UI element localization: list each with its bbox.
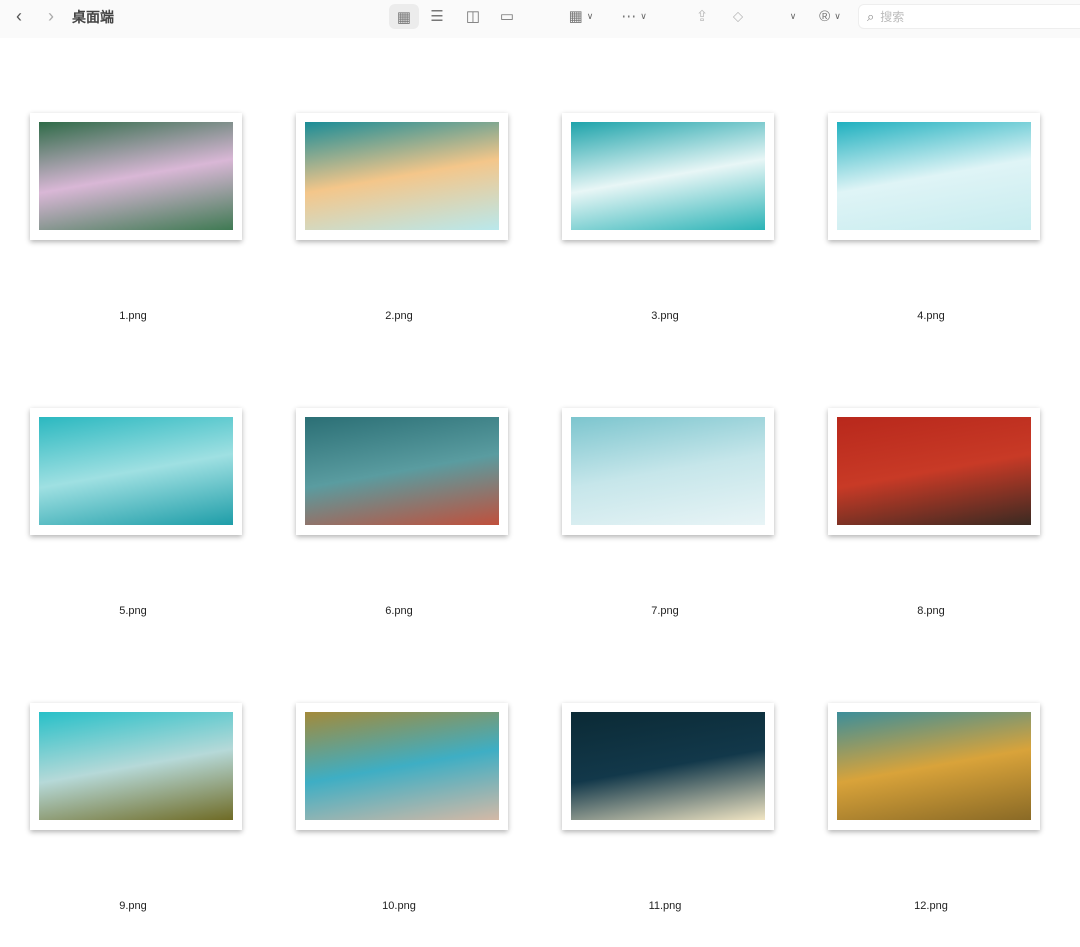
- file-name[interactable]: 7.png: [532, 605, 798, 617]
- search-placeholder: 搜索: [880, 10, 905, 24]
- thumbnail-frame[interactable]: [828, 703, 1040, 830]
- image-thumbnail: [39, 122, 233, 230]
- image-thumbnail: [305, 122, 499, 230]
- search-input[interactable]: ⌕ 搜索: [858, 4, 1080, 29]
- image-thumbnail: [571, 417, 765, 525]
- group-grid-icon: ▦: [568, 8, 583, 25]
- chevron-down-icon: ∨: [789, 10, 797, 21]
- thumbnail-frame[interactable]: [562, 408, 774, 535]
- finder-toolbar: ‹ › 桌面端 ▦ ☰ ◫ ▭ ▦ ∨ ⋯ ∨ ⇪ ⬦ ∨ ® ∨ ⌕ 搜索: [0, 0, 1080, 38]
- thumbnail-frame[interactable]: [296, 408, 508, 535]
- image-thumbnail: [837, 417, 1031, 525]
- action-button[interactable]: ⋯ ∨: [616, 0, 652, 32]
- thumbnail-frame[interactable]: [828, 113, 1040, 240]
- file-name[interactable]: 2.png: [266, 310, 532, 322]
- image-thumbnail: [305, 712, 499, 820]
- thumbnail-frame[interactable]: [828, 408, 1040, 535]
- gallery-view-button[interactable]: ▭: [494, 0, 520, 32]
- chevron-down-icon: ∨: [586, 10, 594, 21]
- chevron-left-icon: ‹: [16, 5, 22, 26]
- file-name[interactable]: 1.png: [0, 310, 266, 322]
- column-view-button[interactable]: ◫: [460, 0, 486, 32]
- share-button[interactable]: ⇪: [690, 0, 714, 32]
- file-name[interactable]: 3.png: [532, 310, 798, 322]
- list-icon: ☰: [430, 8, 444, 25]
- share-icon: ⇪: [695, 8, 709, 25]
- thumbnail-frame[interactable]: [562, 113, 774, 240]
- thumbnail-frame[interactable]: [296, 703, 508, 830]
- file-name[interactable]: 8.png: [798, 605, 1064, 617]
- image-thumbnail: [571, 712, 765, 820]
- thumbnail-frame[interactable]: [30, 703, 242, 830]
- thumbnail-frame[interactable]: [296, 113, 508, 240]
- more-dropdown[interactable]: ∨: [782, 0, 800, 32]
- thumbnail-frame[interactable]: [562, 703, 774, 830]
- back-button[interactable]: ‹: [8, 0, 30, 32]
- file-name[interactable]: 10.png: [266, 900, 532, 912]
- columns-icon: ◫: [465, 8, 481, 25]
- image-thumbnail: [837, 122, 1031, 230]
- group-button[interactable]: ▦ ∨: [562, 0, 600, 32]
- file-name[interactable]: 6.png: [266, 605, 532, 617]
- thumbnail-frame[interactable]: [30, 113, 242, 240]
- file-name[interactable]: 4.png: [798, 310, 1064, 322]
- window-title: 桌面端: [72, 9, 114, 25]
- tag-icon: ⬦: [732, 7, 744, 25]
- more-circle-icon: ⋯: [621, 8, 637, 25]
- image-thumbnail: [39, 712, 233, 820]
- tag-button[interactable]: ⬦: [726, 0, 750, 32]
- thumbnail-frame[interactable]: [30, 408, 242, 535]
- gallery-icon: ▭: [499, 8, 515, 25]
- grid-icon: ▦: [396, 8, 412, 26]
- search-icon: ⌕: [867, 8, 875, 24]
- chevron-down-icon: ∨: [640, 10, 647, 21]
- image-thumbnail: [305, 417, 499, 525]
- chevron-right-icon: ›: [48, 5, 54, 26]
- list-view-button[interactable]: ☰: [424, 0, 450, 32]
- forward-button[interactable]: ›: [40, 0, 62, 32]
- file-name[interactable]: 11.png: [532, 900, 798, 912]
- file-name[interactable]: 5.png: [0, 605, 266, 617]
- file-name[interactable]: 9.png: [0, 900, 266, 912]
- image-thumbnail: [39, 417, 233, 525]
- file-name[interactable]: 12.png: [798, 900, 1064, 912]
- registered-icon: ®: [819, 7, 831, 25]
- chevron-down-icon: ∨: [834, 10, 841, 21]
- extension-button[interactable]: ® ∨: [812, 0, 848, 32]
- image-thumbnail: [571, 122, 765, 230]
- image-thumbnail: [837, 712, 1031, 820]
- icon-view-button[interactable]: ▦: [389, 4, 419, 29]
